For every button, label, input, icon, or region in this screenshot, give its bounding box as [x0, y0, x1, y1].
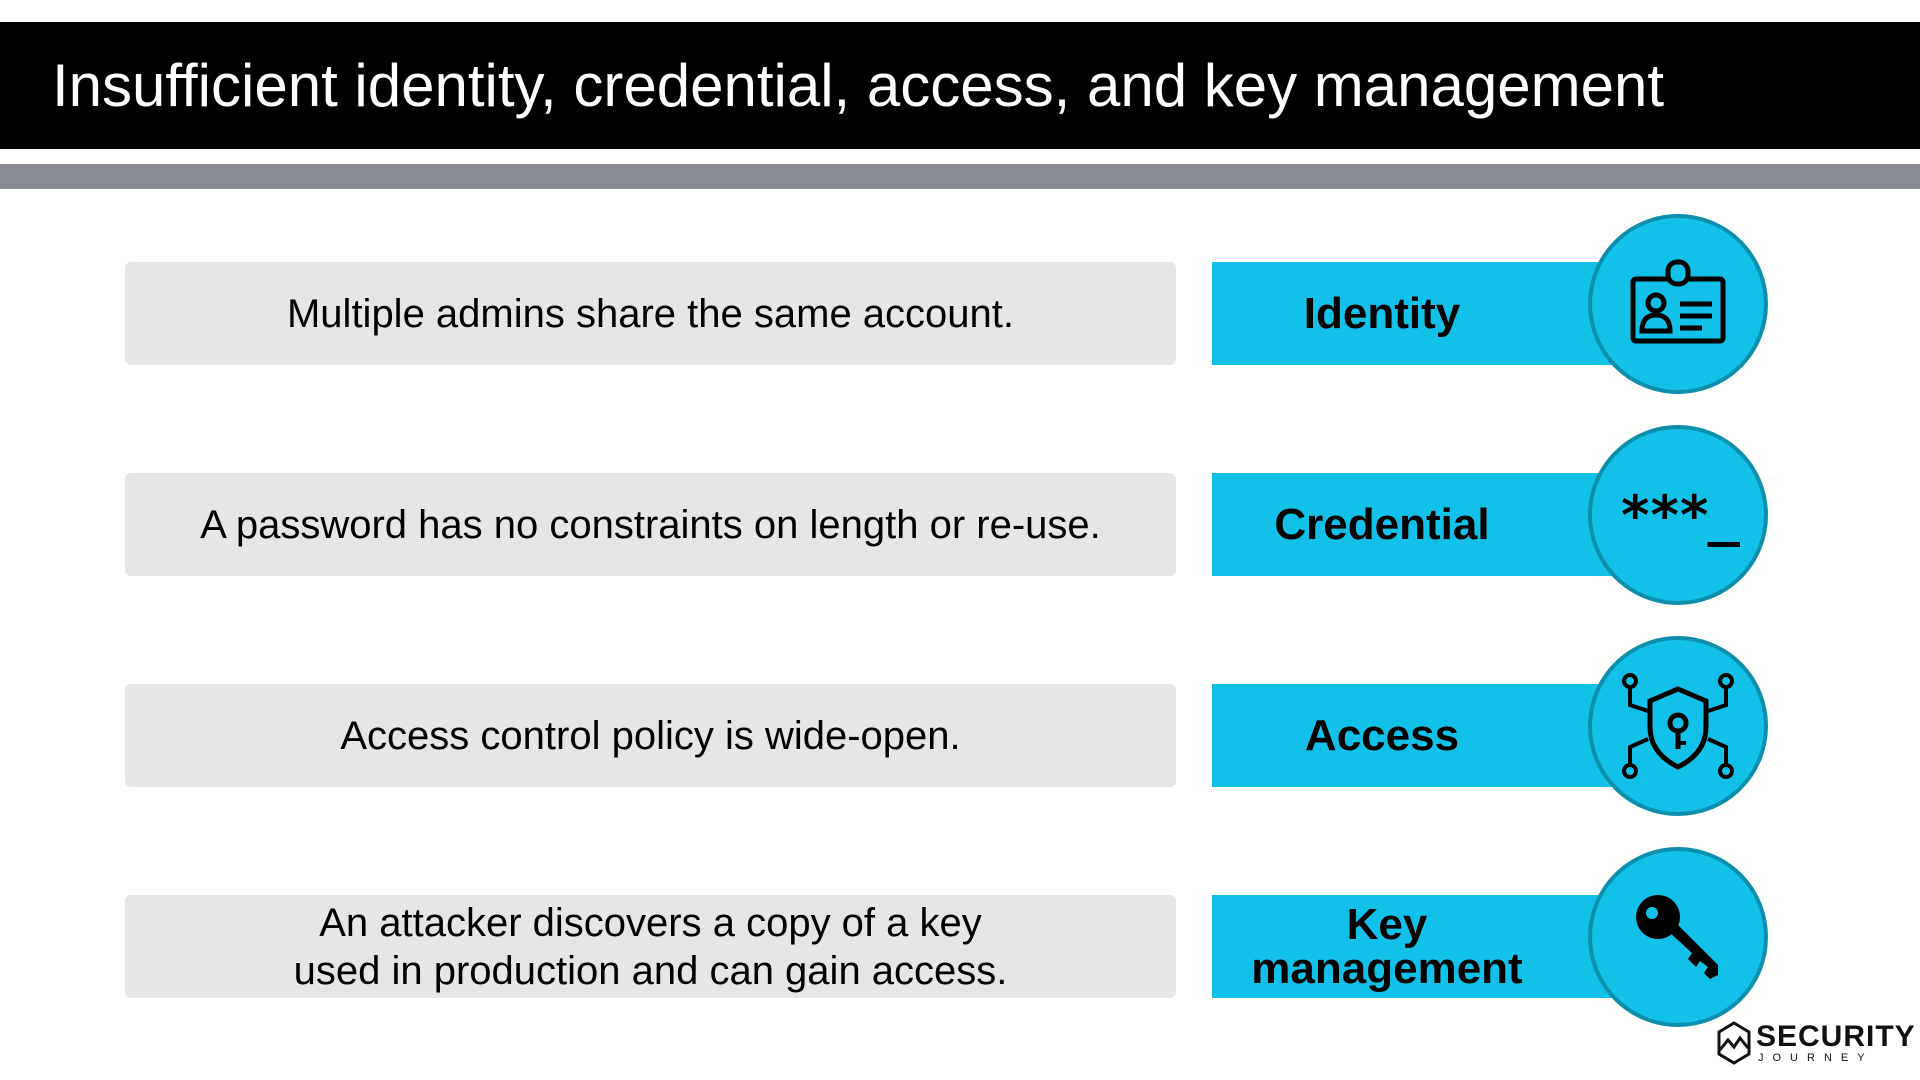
- tag-box-key-management: Key management: [1212, 895, 1612, 998]
- icon-circle-access: [1588, 636, 1768, 816]
- icon-circle-credential: ***_: [1588, 425, 1768, 605]
- shield-keyhole-network-icon: [1622, 673, 1734, 779]
- row-access: Access control policy is wide-open. Acce…: [0, 634, 1920, 820]
- title-bar: Insufficient identity, credential, acces…: [0, 22, 1920, 149]
- icon-circle-identity: [1588, 214, 1768, 394]
- password-field-icon: ***_: [1618, 483, 1740, 547]
- row-key-management: An attacker discovers a copy of a key us…: [0, 845, 1920, 1031]
- logo-subword: JOURNEY: [1758, 1052, 1874, 1064]
- tag-box-identity: Identity: [1212, 262, 1612, 365]
- id-badge-icon: [1630, 259, 1726, 344]
- icon-circle-key-management: [1588, 847, 1768, 1027]
- slide-title: Insufficient identity, credential, acces…: [52, 52, 1665, 119]
- description-box: An attacker discovers a copy of a key us…: [125, 895, 1176, 998]
- row-credential: A password has no constraints on length …: [0, 423, 1920, 609]
- security-journey-logo: SECURITY JOURNEY: [1716, 1020, 1915, 1068]
- key-icon: [1636, 895, 1718, 979]
- mountain-hexagon-icon: [1717, 1021, 1751, 1065]
- divider-bar: [0, 164, 1920, 189]
- tag-box-credential: Credential: [1212, 473, 1612, 576]
- description-box: Access control policy is wide-open.: [125, 684, 1176, 787]
- tag-box-access: Access: [1212, 684, 1612, 787]
- description-box: Multiple admins share the same account.: [125, 262, 1176, 365]
- logo-wordmark: SECURITY: [1756, 1020, 1916, 1053]
- description-box: A password has no constraints on length …: [125, 473, 1176, 576]
- row-identity: Multiple admins share the same account. …: [0, 212, 1920, 398]
